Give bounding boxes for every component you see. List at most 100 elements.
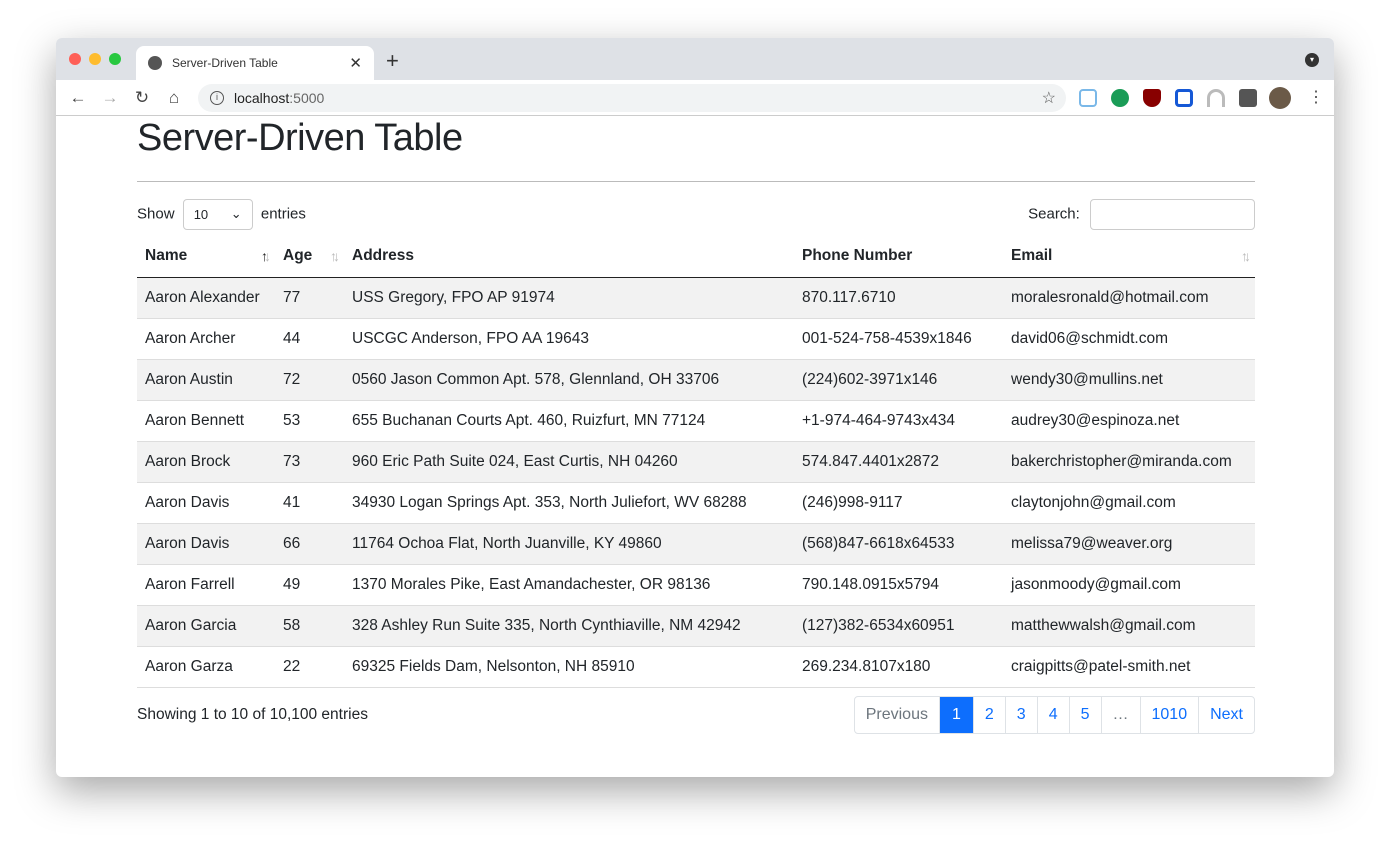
maximize-window-button[interactable] — [109, 53, 121, 65]
table-row: Aaron Garcia 58 328 Ashley Run Suite 335, … — [137, 605, 1255, 647]
back-icon[interactable]: ← — [62, 88, 94, 108]
divider — [137, 181, 1255, 182]
page-button-2[interactable]: 2 — [972, 696, 1005, 733]
page-button-5[interactable]: 5 — [1068, 696, 1101, 733]
cell-email: audrey30@espinoza.net — [1003, 400, 1255, 442]
next-button[interactable]: Next — [1198, 696, 1254, 733]
cell-address: 328 Ashley Run Suite 335, North Cynthiav… — [344, 605, 794, 647]
cell-phone: +1-974-464-9743x434 — [794, 400, 1003, 442]
column-header-name[interactable]: Name ↑↓ — [137, 236, 275, 278]
cell-name: Aaron Davis — [137, 482, 275, 524]
cell-address: 960 Eric Path Suite 024, East Curtis, NH… — [344, 441, 794, 483]
cell-age: 49 — [275, 564, 344, 606]
more-menu-icon[interactable]: ⋮ — [1308, 87, 1324, 107]
cell-name: Aaron Bennett — [137, 400, 275, 442]
extension-lock-icon[interactable] — [1175, 89, 1193, 107]
cell-phone: 870.117.6710 — [794, 277, 1003, 319]
table-row: Aaron Archer 44 USCGC Anderson, FPO AA 196… — [137, 318, 1255, 360]
cell-phone: (568)847-6618x64533 — [794, 523, 1003, 565]
column-header-email[interactable]: Email ↑↓ — [1003, 236, 1255, 278]
search-control: Search: — [1028, 198, 1255, 230]
cell-name: Aaron Davis — [137, 523, 275, 565]
search-input[interactable] — [1090, 198, 1255, 230]
extension-chat-icon[interactable] — [1111, 89, 1129, 107]
cell-address: 11764 Ochoa Flat, North Juanville, KY 49… — [344, 523, 794, 565]
table-row: Aaron Davis 66 11764 Ochoa Flat, North Jua… — [137, 523, 1255, 565]
page-length-control: Show 10 ⌄ entries — [137, 198, 306, 230]
url-host: localhost — [234, 90, 290, 106]
browser-window: Server-Driven Table ✕ + ▾ ← → ↻ ⌂ i loca… — [56, 38, 1334, 777]
cell-age: 66 — [275, 523, 344, 565]
home-icon[interactable]: ⌂ — [158, 88, 190, 108]
cell-phone: 790.148.0915x5794 — [794, 564, 1003, 606]
cell-age: 72 — [275, 359, 344, 401]
cell-email: jasonmoody@gmail.com — [1003, 564, 1255, 606]
search-label: Search: — [1028, 204, 1080, 222]
sort-icon: ↑↓ — [330, 248, 340, 264]
page-button-last[interactable]: 1010 — [1139, 696, 1199, 733]
previous-button[interactable]: Previous — [855, 697, 939, 733]
header-label: Age — [283, 247, 313, 265]
cell-age: 22 — [275, 646, 344, 688]
cell-phone: 001-524-758-4539x1846 — [794, 318, 1003, 360]
browser-toolbar: ← → ↻ ⌂ i localhost:5000 ☆ ⋮ — [56, 80, 1334, 116]
data-table: Name ↑↓ Age ↑↓ Address Phone Number Email ↑… — [137, 236, 1255, 688]
table-row: Aaron Davis 41 34930 Logan Springs Apt. 35… — [137, 482, 1255, 524]
cell-email: david06@schmidt.com — [1003, 318, 1255, 360]
cell-phone: 574.847.4401x2872 — [794, 441, 1003, 483]
cell-age: 44 — [275, 318, 344, 360]
tab-bar: Server-Driven Table ✕ + ▾ — [56, 38, 1334, 80]
cell-address: 655 Buchanan Courts Apt. 460, Ruizfurt, … — [344, 400, 794, 442]
sort-asc-icon: ↑↓ — [261, 248, 271, 264]
cell-age: 58 — [275, 605, 344, 647]
cell-age: 41 — [275, 482, 344, 524]
cell-address: USS Gregory, FPO AP 91974 — [344, 277, 794, 319]
extension-arc-icon[interactable] — [1207, 89, 1225, 107]
minimize-window-button[interactable] — [89, 53, 101, 65]
page-length-value: 10 — [193, 206, 209, 222]
cell-email: melissa79@weaver.org — [1003, 523, 1255, 565]
table-row: Aaron Farrell 49 1370 Morales Pike, East A… — [137, 564, 1255, 606]
header-label: Address — [352, 247, 415, 265]
header-label: Email — [1011, 247, 1053, 265]
table-row: Aaron Garza 22 69325 Fields Dam, Nelsonton… — [137, 646, 1255, 688]
cell-phone: (246)998-9117 — [794, 482, 1003, 524]
cell-age: 53 — [275, 400, 344, 442]
cell-email: matthewwalsh@gmail.com — [1003, 605, 1255, 647]
address-bar[interactable]: i localhost:5000 ☆ — [198, 84, 1066, 112]
page-button-4[interactable]: 4 — [1036, 696, 1069, 733]
cell-email: wendy30@mullins.net — [1003, 359, 1255, 401]
bookmark-star-icon[interactable]: ☆ — [1042, 88, 1056, 108]
page-button-1[interactable]: 1 — [938, 696, 973, 733]
page-length-select[interactable]: 10 ⌄ — [182, 198, 253, 230]
close-tab-icon[interactable]: ✕ — [349, 54, 362, 72]
close-window-button[interactable] — [69, 53, 81, 65]
ublock-icon[interactable] — [1143, 89, 1161, 107]
header-label: Name — [145, 247, 188, 265]
reload-icon[interactable]: ↻ — [126, 88, 158, 108]
entries-label: entries — [260, 204, 306, 222]
cell-email: claytonjohn@gmail.com — [1003, 482, 1255, 524]
column-header-age[interactable]: Age ↑↓ — [275, 236, 344, 278]
cell-age: 73 — [275, 441, 344, 483]
column-header-phone: Phone Number — [794, 236, 1003, 278]
cell-phone: (224)602-3971x146 — [794, 359, 1003, 401]
sort-icon: ↑↓ — [1241, 248, 1251, 264]
profile-avatar[interactable] — [1269, 87, 1291, 109]
cell-address: 0560 Jason Common Apt. 578, Glennland, O… — [344, 359, 794, 401]
forward-icon[interactable]: → — [94, 88, 126, 108]
page-button-3[interactable]: 3 — [1004, 696, 1037, 733]
browser-tab[interactable]: Server-Driven Table ✕ — [136, 46, 374, 80]
table-row: Aaron Alexander 77 USS Gregory, FPO AP 919… — [137, 277, 1255, 319]
tab-search-icon[interactable]: ▾ — [1305, 53, 1319, 67]
cell-name: Aaron Archer — [137, 318, 275, 360]
new-tab-button[interactable]: + — [386, 48, 399, 74]
cell-address: 69325 Fields Dam, Nelsonton, NH 85910 — [344, 646, 794, 688]
table-row: Aaron Bennett 53 655 Buchanan Courts Apt. … — [137, 400, 1255, 442]
cell-name: Aaron Brock — [137, 441, 275, 483]
info-icon[interactable]: i — [210, 91, 224, 105]
extension-window-icon[interactable] — [1079, 89, 1097, 107]
extensions-puzzle-icon[interactable] — [1239, 89, 1257, 107]
pagination: Previous 1 2 3 4 5 … 1010 Next — [853, 695, 1255, 734]
chevron-down-icon: ⌄ — [230, 206, 242, 221]
